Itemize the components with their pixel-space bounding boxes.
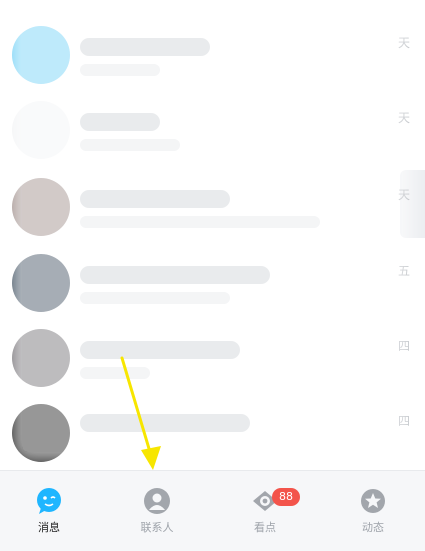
- annotation-arrow: [120, 356, 161, 470]
- tab-messages-label: 消息: [38, 521, 60, 534]
- tab-moments[interactable]: 动态: [333, 487, 413, 535]
- chat-bubble-icon: [35, 487, 63, 515]
- tab-moments-label: 动态: [362, 521, 384, 534]
- tab-highlights-label: 看点: [254, 521, 276, 534]
- contact-person-icon: [143, 487, 171, 515]
- tab-contacts-label: 联系人: [140, 521, 174, 534]
- tab-contacts[interactable]: 联系人: [117, 487, 197, 535]
- star-badge-icon: [359, 487, 387, 515]
- bottom-tab-bar: 消息 联系人 看点 动态: [0, 470, 425, 551]
- unread-badge: 88: [272, 488, 300, 506]
- tab-messages[interactable]: 消息: [9, 487, 89, 535]
